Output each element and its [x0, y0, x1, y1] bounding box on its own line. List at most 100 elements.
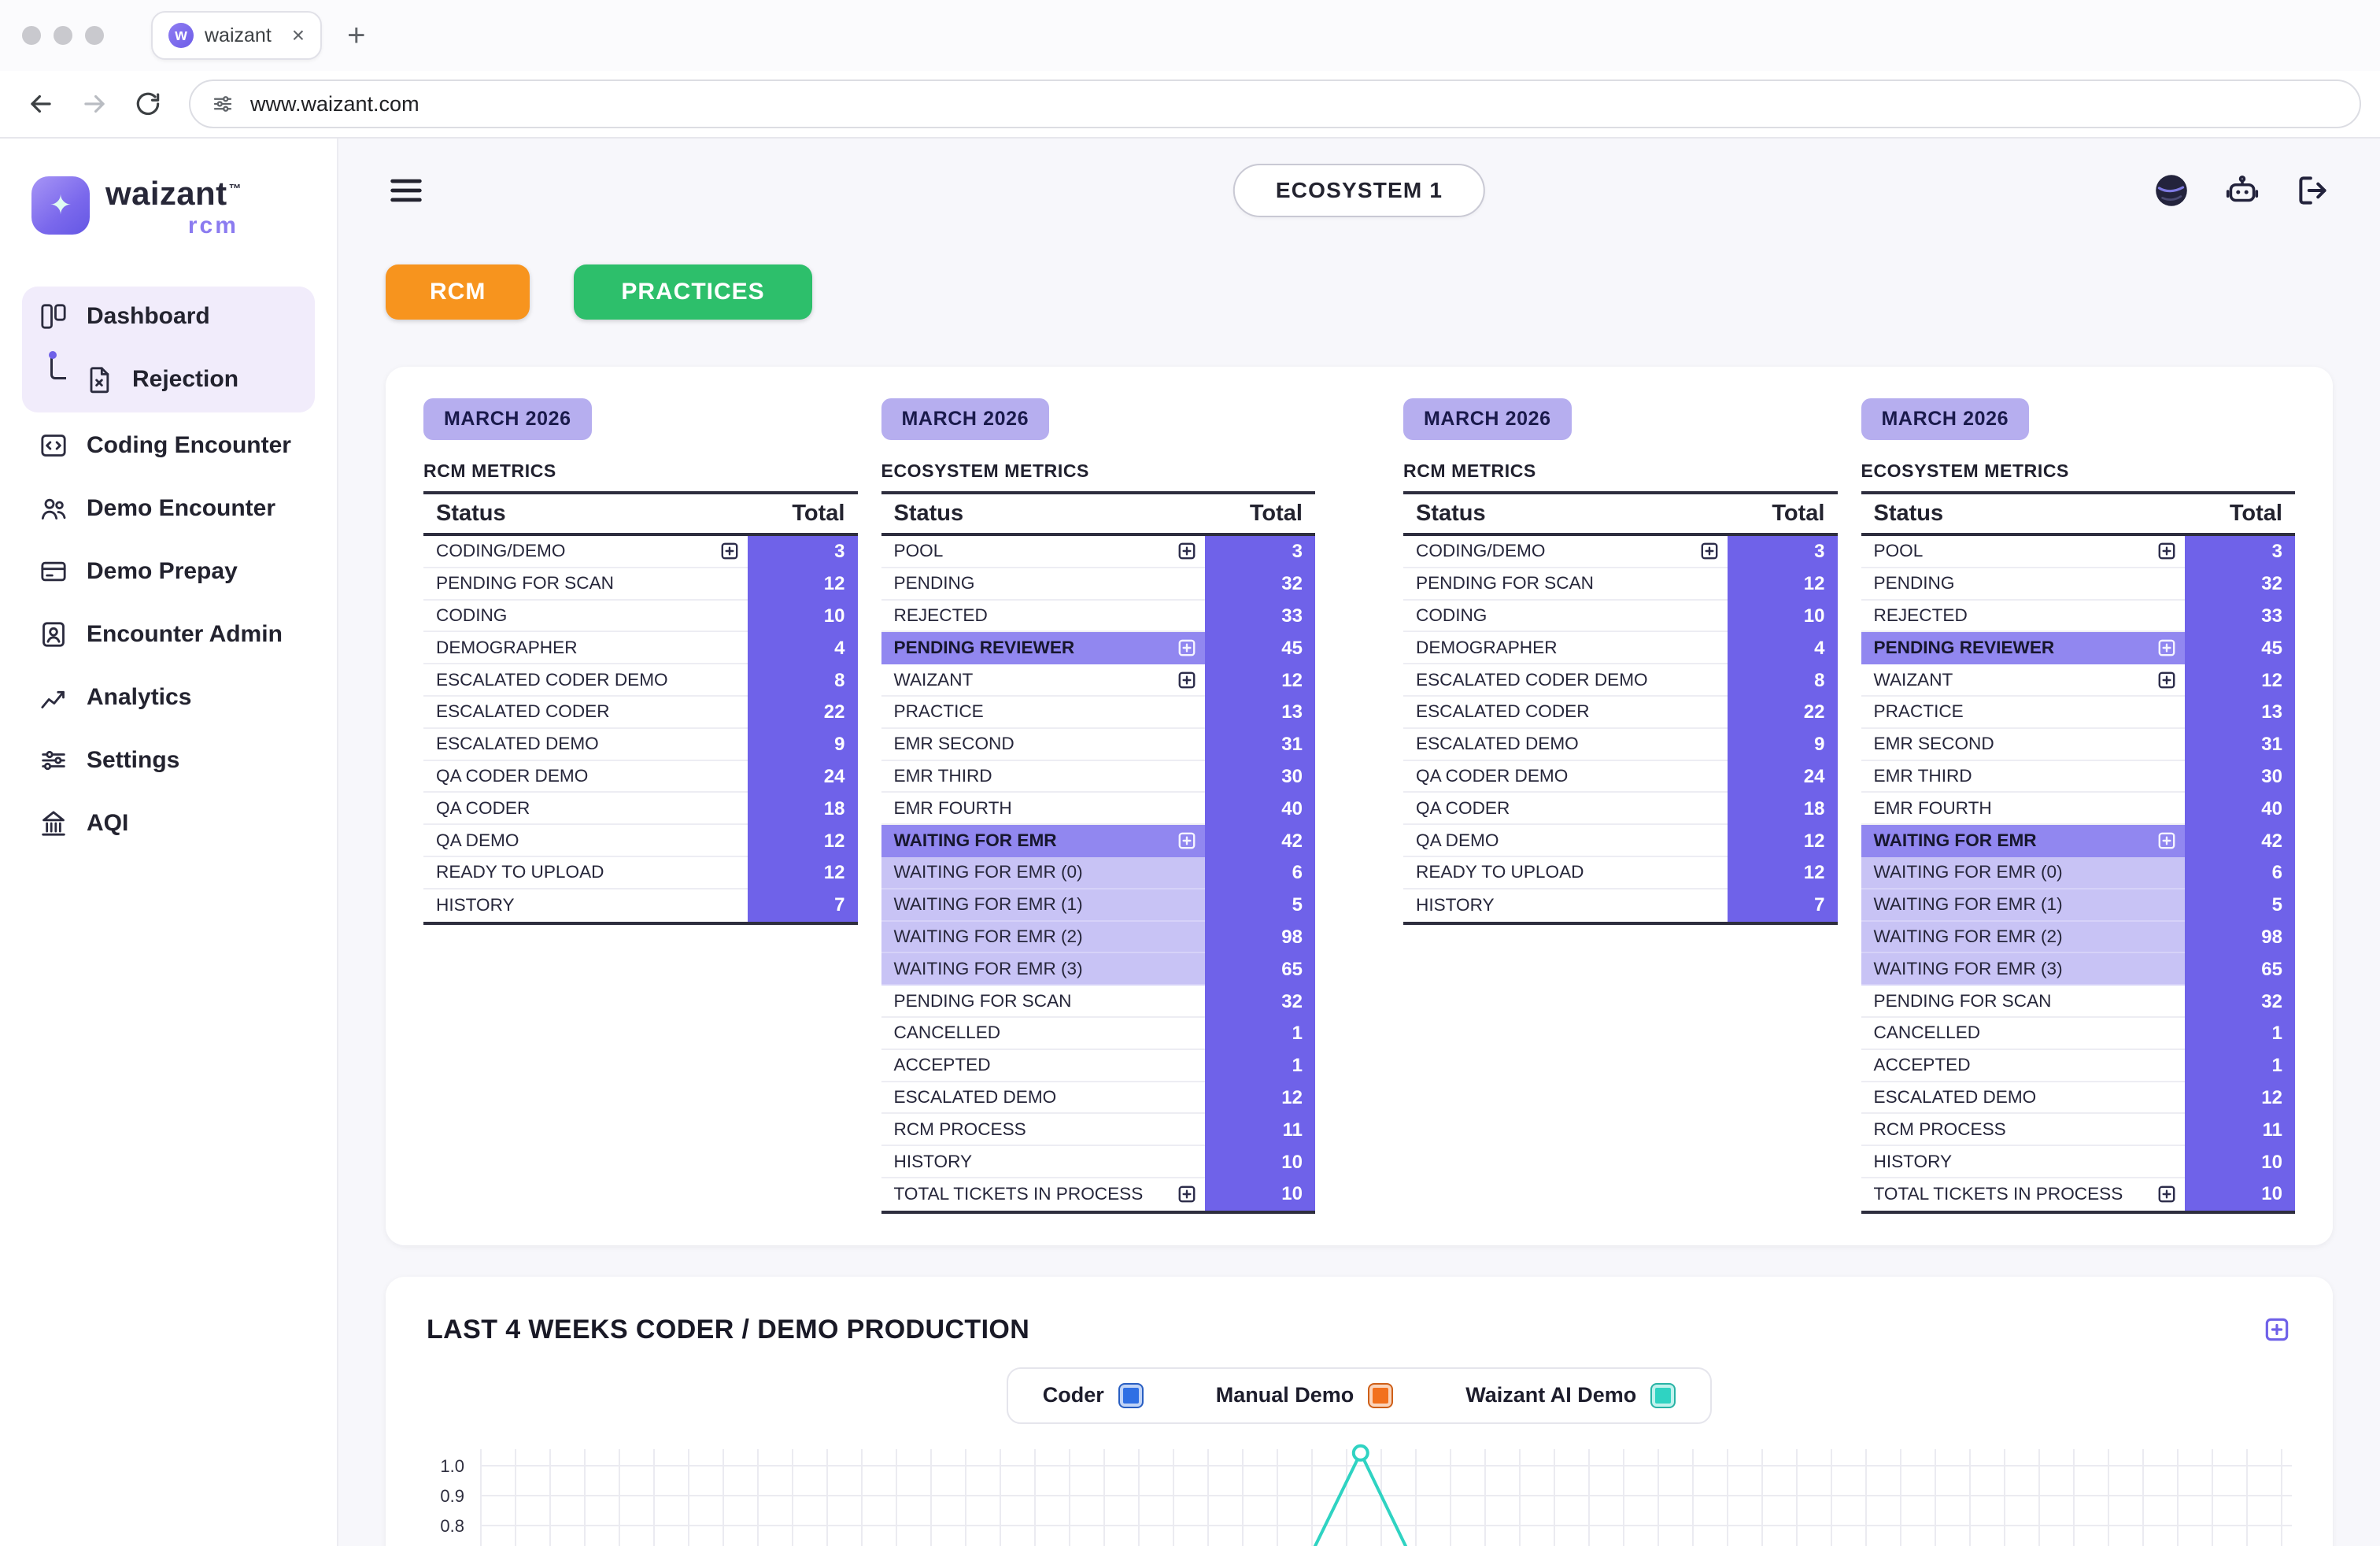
y-tick-label: 1.0 [440, 1456, 464, 1477]
table-row: ESCALATED CODER DEMO8 [423, 664, 858, 697]
sidebar-item-label: Analytics [87, 684, 191, 711]
chart-title: LAST 4 WEEKS CODER / DEMO PRODUCTION [427, 1315, 2292, 1345]
network-globe-icon[interactable] [2152, 171, 2191, 210]
site-settings-icon[interactable] [211, 92, 235, 116]
status-label: HISTORY [436, 895, 515, 915]
status-cell: DEMOGRAPHER [1403, 632, 1728, 664]
hamburger-menu-icon[interactable] [386, 170, 427, 211]
status-label: PENDING [894, 573, 975, 594]
expand-icon[interactable] [1177, 638, 1197, 658]
sidebar-item-encounter-admin[interactable]: Encounter Admin [22, 605, 315, 664]
total-value: 10 [1205, 1146, 1315, 1178]
rcm-button[interactable]: RCM [386, 264, 530, 320]
status-cell: CODING [423, 601, 748, 633]
status-label: QA DEMO [1416, 830, 1499, 851]
legend-item-coder[interactable]: Coder [1043, 1383, 1144, 1408]
legend-item-manual-demo[interactable]: Manual Demo [1216, 1383, 1394, 1408]
status-cell: RCM PROCESS [881, 1114, 1206, 1146]
tab-close-icon[interactable]: × [292, 23, 305, 48]
status-label: ESCALATED CODER [436, 701, 610, 722]
total-column-header: Total [2185, 501, 2295, 527]
total-value: 42 [2185, 825, 2295, 857]
window-minimize-button[interactable] [54, 26, 72, 45]
expand-icon[interactable] [1699, 541, 1720, 561]
practices-button[interactable]: PRACTICES [574, 264, 811, 320]
total-value: 45 [2185, 632, 2295, 664]
legend-item-waizant-ai-demo[interactable]: Waizant AI Demo [1465, 1383, 1676, 1408]
expand-icon[interactable] [2156, 638, 2177, 658]
metrics-table: StatusTotalPOOL3PENDING32REJECTED33PENDI… [1861, 491, 2296, 1214]
legend-swatch [1118, 1383, 1144, 1408]
table-row: WAITING FOR EMR (1)5 [1861, 890, 2296, 922]
sidebar-item-rejection[interactable]: Rejection [22, 350, 315, 409]
table-row: PENDING FOR SCAN12 [423, 568, 858, 601]
expand-icon[interactable] [2156, 670, 2177, 690]
status-label: REJECTED [1874, 605, 1968, 626]
status-cell: ESCALATED DEMO [1861, 1082, 2186, 1115]
table-row: CODING10 [1403, 601, 1838, 633]
table-row: ESCALATED CODER DEMO8 [1403, 664, 1838, 697]
table-row: HISTORY7 [1403, 890, 1838, 922]
brand-logo-text: waizant™ rcm [105, 176, 242, 239]
table-row: WAITING FOR EMR (3)65 [1861, 953, 2296, 986]
status-label: WAITING FOR EMR (2) [1874, 926, 2063, 947]
expand-icon[interactable] [719, 541, 740, 561]
status-cell: PENDING FOR SCAN [423, 568, 748, 601]
expand-icon[interactable] [1177, 541, 1197, 561]
month-badge: MARCH 2026 [1403, 398, 1572, 440]
sidebar-item-demo-encounter[interactable]: Demo Encounter [22, 479, 315, 538]
expand-icon[interactable] [1177, 1184, 1197, 1204]
table-row: WAITING FOR EMR42 [881, 825, 1316, 857]
status-cell: ESCALATED CODER [423, 697, 748, 729]
forward-icon[interactable] [72, 82, 116, 126]
ecosystem-selector[interactable]: ECOSYSTEM 1 [1233, 164, 1485, 217]
total-value: 8 [748, 664, 858, 697]
total-value: 8 [1728, 664, 1838, 697]
reload-icon[interactable] [126, 82, 170, 126]
window-zoom-button[interactable] [85, 26, 104, 45]
url-bar[interactable]: www.waizant.com [189, 80, 2361, 128]
aqi-icon [38, 808, 69, 839]
table-row: DEMOGRAPHER4 [1403, 632, 1838, 664]
expand-icon[interactable] [2156, 830, 2177, 851]
status-cell: PENDING [1861, 568, 2186, 601]
expand-icon[interactable] [1177, 670, 1197, 690]
status-cell: PENDING REVIEWER [881, 632, 1206, 664]
window-close-button[interactable] [22, 26, 41, 45]
table-row: CODING/DEMO3 [1403, 536, 1838, 568]
table-row: WAIZANT12 [1861, 664, 2296, 697]
table-row: QA CODER18 [423, 793, 858, 825]
total-value: 12 [1205, 1082, 1315, 1115]
sidebar-item-coding-encounter[interactable]: Coding Encounter [22, 416, 315, 475]
sidebar-item-demo-prepay[interactable]: Demo Prepay [22, 542, 315, 601]
expand-icon[interactable] [2156, 1184, 2177, 1204]
status-cell: ESCALATED CODER [1403, 697, 1728, 729]
back-icon[interactable] [19, 82, 63, 126]
sidebar-item-analytics[interactable]: Analytics [22, 668, 315, 727]
status-cell: RCM PROCESS [1861, 1114, 2186, 1146]
tree-connector-icon [50, 356, 66, 379]
app-shell: ✦ waizant™ rcm DashboardRejectionCoding … [0, 139, 2380, 1546]
logout-icon[interactable] [2293, 171, 2333, 210]
status-label: EMR SECOND [1874, 734, 1994, 754]
sidebar-item-label: Demo Encounter [87, 495, 275, 522]
browser-tab[interactable]: w waizant × [151, 11, 322, 60]
table-row: PENDING REVIEWER45 [1861, 632, 2296, 664]
status-label: HISTORY [1874, 1152, 1953, 1172]
expand-icon[interactable] [1177, 830, 1197, 851]
robot-icon[interactable] [2223, 171, 2262, 210]
new-tab-button[interactable]: + [347, 20, 365, 51]
status-cell: CODING [1403, 601, 1728, 633]
status-cell: QA DEMO [1403, 825, 1728, 857]
expand-icon[interactable] [2156, 541, 2177, 561]
sidebar-item-settings[interactable]: Settings [22, 730, 315, 790]
table-row: HISTORY10 [881, 1146, 1316, 1178]
total-value: 1 [2185, 1050, 2295, 1082]
status-cell: QA DEMO [423, 825, 748, 857]
total-value: 40 [1205, 793, 1315, 825]
sidebar-item-dashboard[interactable]: Dashboard [22, 287, 315, 346]
chart-expand-icon[interactable] [2262, 1315, 2292, 1344]
sidebar-item-aqi[interactable]: AQI [22, 793, 315, 853]
table-row: REJECTED33 [1861, 601, 2296, 633]
panel-title: ECOSYSTEM METRICS [881, 460, 1316, 482]
